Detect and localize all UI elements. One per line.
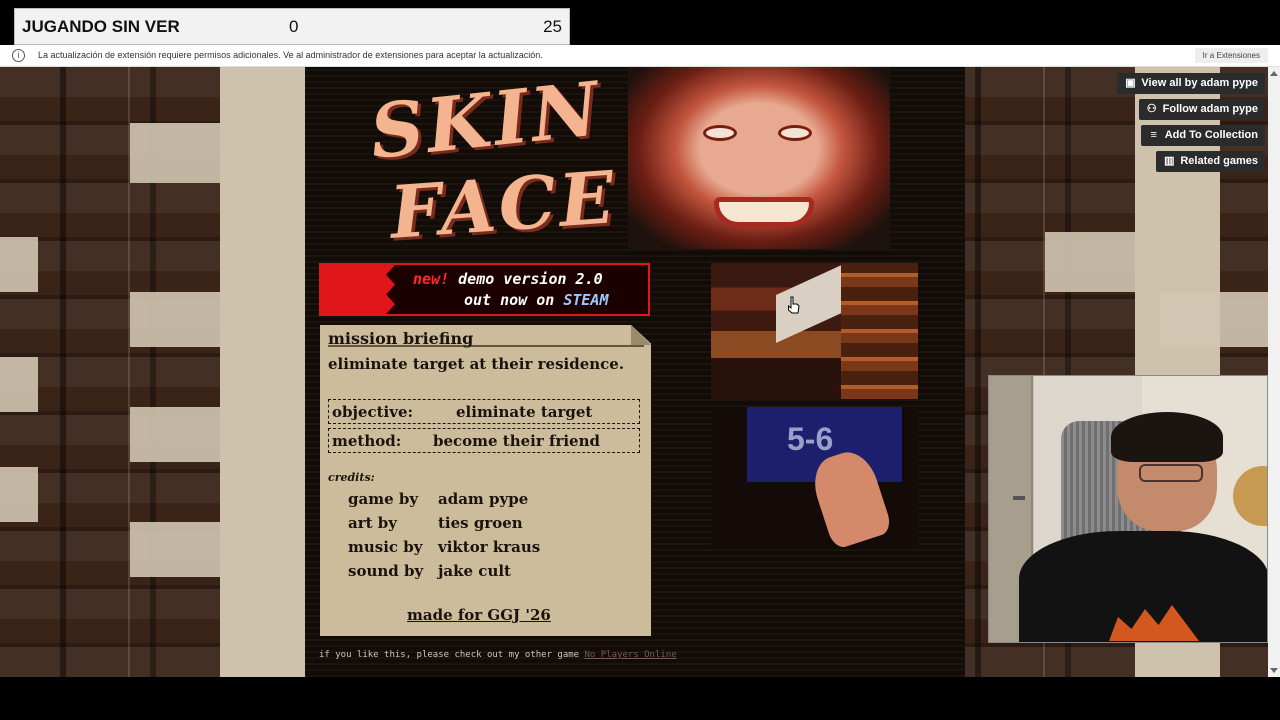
face-eye-left: [703, 125, 737, 141]
collection-icon: ▣: [1125, 77, 1136, 89]
banner-version-text: demo version 2.0: [458, 270, 603, 288]
banner-line-2: out now on STEAM: [464, 291, 609, 309]
notice-message: La actualización de extensión requiere p…: [38, 50, 543, 60]
playlist-add-icon: ≡: [1150, 129, 1157, 141]
method-row: method: become their friend: [328, 428, 640, 453]
footer-note: if you like this, please check out my ot…: [319, 650, 677, 660]
logo-line-2: FACE: [387, 154, 620, 255]
heading-underline: [328, 345, 644, 347]
follow-author-button[interactable]: ⚇ Follow adam pype: [1138, 99, 1265, 120]
stream-scorebar: JUGANDO SIN VER 0 25: [14, 8, 570, 45]
bg-tile: [0, 467, 38, 522]
banner-red-flag: [321, 265, 395, 314]
face-mouth: [714, 197, 814, 227]
credit-row: art by ties groen: [348, 514, 523, 532]
bg-tile: [0, 237, 38, 292]
webcam-glasses: [1139, 464, 1203, 482]
briefing-description: eliminate target at their residence.: [328, 355, 625, 373]
bg-tile: [130, 292, 220, 347]
screenshot-number-text: 5-6: [787, 421, 834, 457]
scorebar-title: JUGANDO SIN VER: [22, 17, 180, 36]
screenshot-shelf: [841, 263, 918, 399]
credit-name: ties groen: [438, 514, 523, 532]
button-label: Follow adam pype: [1162, 103, 1258, 115]
view-all-by-author-button[interactable]: ▣ View all by adam pype: [1117, 73, 1265, 94]
method-label: method:: [332, 432, 402, 450]
game-screenshot-apartment[interactable]: 5-6: [711, 407, 918, 547]
face-eye-right: [778, 125, 812, 141]
button-label: View all by adam pype: [1141, 77, 1258, 89]
page-scrollbar[interactable]: [1268, 67, 1280, 677]
bloody-face-image: [628, 67, 890, 249]
footer-text: if you like this, please check out my ot…: [319, 650, 580, 660]
objective-label: objective:: [332, 403, 414, 421]
credit-role: game by: [348, 490, 419, 508]
no-players-online-link[interactable]: No Players Online: [585, 650, 677, 660]
credit-row: game by adam pype: [348, 490, 528, 508]
screenshot-wall: [776, 263, 846, 343]
webcam-hair: [1111, 412, 1223, 462]
add-to-collection-button[interactable]: ≡ Add To Collection: [1140, 125, 1265, 146]
button-label: Add To Collection: [1164, 129, 1258, 141]
credit-role: sound by: [348, 562, 424, 580]
objective-value: eliminate target: [456, 403, 593, 421]
game-screenshot-hallway[interactable]: [711, 263, 918, 399]
scroll-down-icon[interactable]: [1270, 668, 1278, 673]
credit-role: art by: [348, 514, 397, 532]
extension-notice-bar: i La actualización de extensión requiere…: [0, 45, 1280, 67]
bg-tile: [130, 407, 220, 462]
bg-tile: [130, 522, 220, 577]
banner-new-label: new!: [413, 270, 450, 288]
mission-briefing-card: mission briefing eliminate target at the…: [320, 325, 651, 636]
score-left: 0: [289, 17, 299, 36]
credit-name: adam pype: [438, 490, 529, 508]
score-right: 25: [543, 17, 562, 36]
steam-demo-banner[interactable]: new! demo version 2.0 out now on STEAM: [319, 263, 650, 316]
bg-tile: [130, 123, 220, 183]
map-icon: ▥: [1164, 155, 1175, 167]
skin-face-logo: SKIN FACE: [362, 66, 622, 255]
credit-row: music by viktor kraus: [348, 538, 540, 556]
info-icon: i: [12, 49, 25, 62]
scroll-up-icon[interactable]: [1270, 71, 1278, 76]
bg-tile: [0, 357, 38, 412]
streamer-webcam-overlay: [988, 375, 1268, 643]
banner-out-now-text: out now on: [464, 291, 555, 309]
related-games-button[interactable]: ▥ Related games: [1156, 151, 1265, 172]
credit-row: sound by jake cult: [348, 562, 511, 580]
add-user-icon: ⚇: [1146, 103, 1157, 115]
banner-line-1: new! demo version 2.0: [413, 270, 603, 288]
credit-name: viktor kraus: [438, 538, 541, 556]
objective-row: objective: eliminate target: [328, 399, 640, 424]
go-to-extensions-button[interactable]: Ir a Extensiones: [1194, 48, 1268, 63]
door-knob: [1013, 496, 1025, 500]
credit-name: jake cult: [438, 562, 511, 580]
method-value: become their friend: [433, 432, 600, 450]
credit-role: music by: [348, 538, 423, 556]
bg-tile: [1045, 232, 1135, 292]
bg-tile: [1160, 292, 1268, 347]
banner-steam-link[interactable]: STEAM: [563, 291, 608, 309]
mouse-cursor-icon: [788, 296, 800, 314]
credits-heading: credits:: [328, 471, 375, 484]
webcam-hat: [1233, 466, 1267, 526]
made-for-ggj-link[interactable]: made for GGJ '26: [407, 606, 551, 624]
button-label: Related games: [1180, 155, 1258, 167]
